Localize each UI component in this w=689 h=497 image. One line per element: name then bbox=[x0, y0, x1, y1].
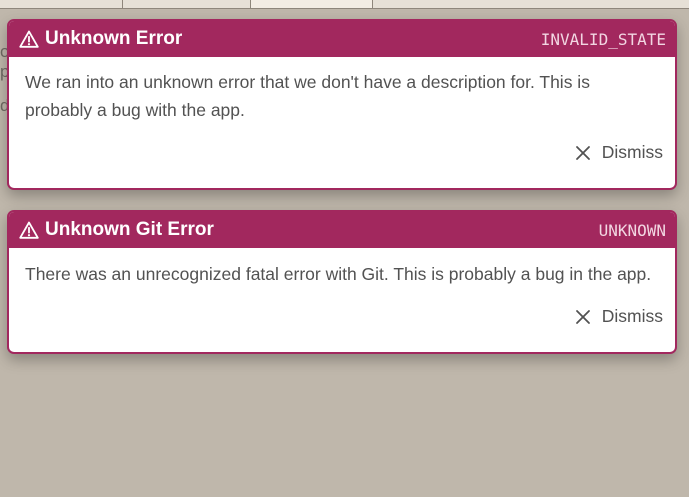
close-icon bbox=[575, 309, 591, 325]
dismiss-button[interactable]: Dismiss bbox=[575, 142, 663, 163]
warning-triangle-icon bbox=[19, 220, 39, 240]
toast-title: Unknown Git Error bbox=[45, 219, 214, 240]
dismiss-button[interactable]: Dismiss bbox=[575, 306, 663, 327]
toast-message: We ran into an unknown error that we don… bbox=[25, 72, 590, 120]
close-icon bbox=[575, 145, 591, 161]
background-tab bbox=[122, 0, 251, 8]
background-tab-active bbox=[250, 0, 373, 8]
toast-title: Unknown Error bbox=[45, 28, 183, 49]
error-toast-unknown-git-error: Unknown Git Error UNKNOWN There was an u… bbox=[7, 210, 677, 354]
error-code: INVALID_STATE bbox=[540, 29, 666, 49]
dismiss-label: Dismiss bbox=[601, 306, 663, 326]
toast-header: Unknown Error INVALID_STATE bbox=[9, 21, 675, 57]
toast-message: There was an unrecognized fatal error wi… bbox=[25, 264, 652, 284]
toast-header: Unknown Git Error UNKNOWN bbox=[9, 212, 675, 248]
dismiss-label: Dismiss bbox=[601, 142, 663, 162]
error-toast-unknown-error: Unknown Error INVALID_STATE We ran into … bbox=[7, 19, 677, 190]
error-code: UNKNOWN bbox=[598, 220, 666, 240]
warning-triangle-icon bbox=[19, 29, 39, 49]
background-tab-strip bbox=[0, 0, 689, 9]
